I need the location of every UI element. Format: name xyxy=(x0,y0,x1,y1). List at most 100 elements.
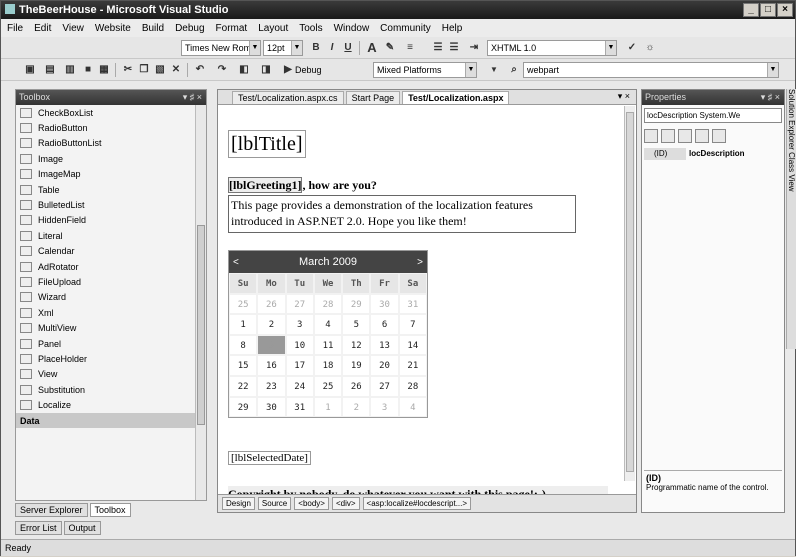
calendar-day[interactable]: 17 xyxy=(285,355,314,376)
dropdown-arrow-icon[interactable]: ▼ xyxy=(487,63,501,77)
new-project-icon[interactable]: ▣ xyxy=(23,63,37,77)
calendar-day[interactable]: 21 xyxy=(398,355,427,376)
bulleted-list-icon[interactable]: ☰ xyxy=(447,41,461,55)
tab-output[interactable]: Output xyxy=(63,521,101,535)
menu-tools[interactable]: Tools xyxy=(299,23,322,34)
calendar-day[interactable]: 8 xyxy=(229,334,258,356)
calendar-day[interactable]: 25 xyxy=(229,293,258,315)
toolbox-item[interactable]: Panel xyxy=(16,336,206,351)
calendar-prev[interactable]: < xyxy=(233,257,239,268)
calendar-day[interactable]: 22 xyxy=(229,375,258,397)
toolbox-item[interactable]: HiddenField xyxy=(16,213,206,228)
menu-community[interactable]: Community xyxy=(380,23,431,34)
calendar-day[interactable]: 29 xyxy=(229,396,258,418)
greeting-label[interactable]: [lblGreeting1] xyxy=(228,177,303,193)
calendar-day[interactable]: 2 xyxy=(342,396,371,418)
events-icon[interactable] xyxy=(695,129,709,143)
validation-icon[interactable]: ✓ xyxy=(625,41,639,55)
source-view-button[interactable]: Source xyxy=(257,497,292,510)
property-pages-icon[interactable] xyxy=(712,129,726,143)
highlight-icon[interactable]: ✎ xyxy=(383,41,397,55)
start-debug-icon[interactable]: ▶ xyxy=(281,63,295,77)
menu-view[interactable]: View xyxy=(62,23,84,34)
numbered-list-icon[interactable]: ☰ xyxy=(431,41,445,55)
side-dock-tabs[interactable]: Solution Explorer Class View xyxy=(786,89,796,349)
calendar-day[interactable]: 14 xyxy=(398,334,427,356)
calendar-day[interactable]: 2 xyxy=(257,314,286,335)
property-row[interactable]: (ID) locDescription xyxy=(644,148,782,160)
font-name-combo[interactable]: Times New Roman ▼ xyxy=(181,40,261,56)
toolbox-item[interactable]: FileUpload xyxy=(16,274,206,289)
copy-icon[interactable]: ❐ xyxy=(137,63,151,77)
save-all-icon[interactable]: ▦ xyxy=(97,63,111,77)
minimize-button[interactable]: _ xyxy=(743,3,759,17)
align-icon[interactable]: ≡ xyxy=(403,41,417,55)
close-button[interactable]: × xyxy=(777,3,793,17)
toolbox-item[interactable]: Wizard xyxy=(16,290,206,305)
calendar-day[interactable]: 12 xyxy=(342,334,371,356)
calendar-day[interactable]: 29 xyxy=(342,293,371,315)
menu-window[interactable]: Window xyxy=(334,23,370,34)
save-icon[interactable]: ■ xyxy=(81,63,95,77)
calendar-day[interactable]: 25 xyxy=(313,375,343,397)
calendar-day[interactable]: 27 xyxy=(370,375,399,397)
calendar-day[interactable]: 26 xyxy=(342,375,371,397)
restore-button[interactable]: □ xyxy=(760,3,776,17)
tab-localization-cs[interactable]: Test/Localization.aspx.cs xyxy=(232,91,344,104)
menu-format[interactable]: Format xyxy=(216,23,248,34)
selected-date-label[interactable]: [lblSelectedDate] xyxy=(228,451,311,465)
categorized-icon[interactable] xyxy=(644,129,658,143)
toolbox-item[interactable]: ImageMap xyxy=(16,167,206,182)
calendar-day[interactable]: 31 xyxy=(398,293,427,315)
menu-edit[interactable]: Edit xyxy=(34,23,51,34)
calendar-day[interactable]: 27 xyxy=(285,293,314,315)
calendar-day[interactable]: 9 xyxy=(257,334,286,356)
toolbox-item[interactable]: CheckBoxList xyxy=(16,105,206,120)
toolbox-scrollbar[interactable] xyxy=(195,105,206,500)
underline-button[interactable]: U xyxy=(341,41,355,55)
calendar-day[interactable]: 26 xyxy=(257,293,286,315)
calendar-day[interactable]: 24 xyxy=(285,375,314,397)
tab-localization-aspx[interactable]: Test/Localization.aspx xyxy=(402,91,510,104)
tab-error-list[interactable]: Error List xyxy=(15,521,62,535)
calendar-day[interactable]: 11 xyxy=(313,334,343,356)
navigate-back-icon[interactable]: ◧ xyxy=(237,63,251,77)
open-icon[interactable]: ▥ xyxy=(63,63,77,77)
document-close-button[interactable]: ▾ × xyxy=(618,91,630,102)
calendar-day[interactable]: 20 xyxy=(370,355,399,376)
font-color-button[interactable]: A xyxy=(365,41,379,55)
panel-controls[interactable]: ▾ ♯ × xyxy=(761,90,780,105)
italic-button[interactable]: I xyxy=(325,41,339,55)
title-label[interactable]: [lblTitle] xyxy=(228,130,306,158)
design-surface[interactable]: [lblTitle] [lblGreeting1], how are you? … xyxy=(228,112,623,503)
scroll-thumb[interactable] xyxy=(197,225,205,425)
calendar-control[interactable]: < March 2009 > Su Mo Tu We Th Fr Sa 25 26 27 28 29 3… xyxy=(228,250,428,419)
description-localize[interactable]: This page provides a demonstration of th… xyxy=(228,195,576,233)
calendar-day[interactable]: 30 xyxy=(257,396,286,418)
calendar-day[interactable]: 6 xyxy=(370,314,399,335)
toolbox-item[interactable]: View xyxy=(16,367,206,382)
paste-icon[interactable]: ▧ xyxy=(153,63,167,77)
calendar-day[interactable]: 15 xyxy=(229,355,258,376)
tab-server-explorer[interactable]: Server Explorer xyxy=(15,503,88,517)
toolbox-item[interactable]: Literal xyxy=(16,228,206,243)
undo-icon[interactable]: ↶ xyxy=(193,63,207,77)
calendar-day[interactable]: 1 xyxy=(229,314,258,335)
menu-file[interactable]: File xyxy=(7,23,23,34)
indent-icon[interactable]: ⇥ xyxy=(467,41,481,55)
calendar-day[interactable]: 1 xyxy=(313,396,343,418)
toolbox-item[interactable]: PlaceHolder xyxy=(16,351,206,366)
panel-controls[interactable]: ▾ ♯ × xyxy=(183,90,202,105)
tag-div[interactable]: <div> xyxy=(331,497,360,510)
toolbox-item[interactable]: Substitution xyxy=(16,382,206,397)
calendar-day[interactable]: 10 xyxy=(285,334,314,356)
menu-debug[interactable]: Debug xyxy=(175,23,204,34)
object-selector[interactable]: locDescription System.We xyxy=(644,108,782,123)
calendar-day[interactable]: 16 xyxy=(257,355,286,376)
delete-icon[interactable]: ✕ xyxy=(169,63,183,77)
calendar-day[interactable]: 18 xyxy=(313,355,343,376)
toolbox-item[interactable]: Table xyxy=(16,182,206,197)
calendar-day[interactable]: 13 xyxy=(370,334,399,356)
toolbox-item[interactable]: BulletedList xyxy=(16,197,206,212)
menu-help[interactable]: Help xyxy=(442,23,463,34)
